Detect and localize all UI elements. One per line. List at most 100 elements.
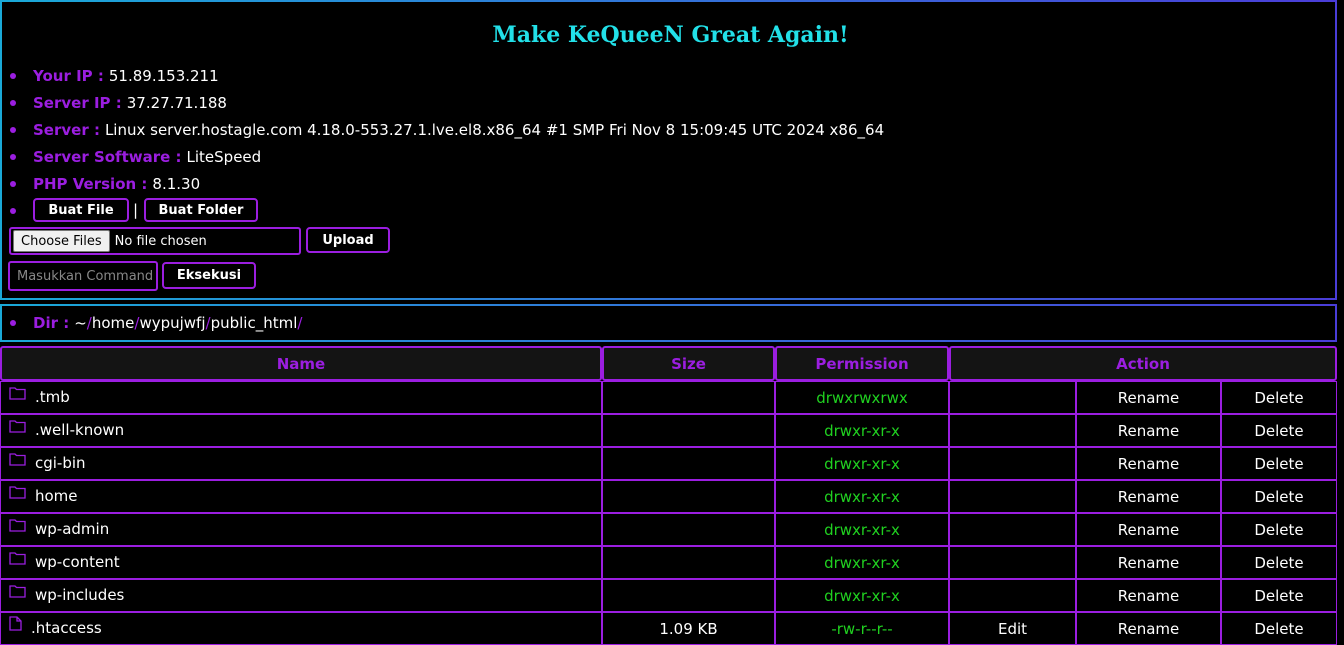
rename-button[interactable]: Rename (1076, 381, 1221, 414)
dir-home-link[interactable]: ~ (74, 314, 87, 332)
upload-button[interactable]: Upload (306, 227, 390, 253)
cell-name[interactable]: .htaccess (0, 612, 602, 645)
edit-button (949, 513, 1076, 546)
bullet-icon (10, 154, 16, 160)
item-name[interactable]: home (35, 487, 78, 505)
bullet-icon (10, 181, 16, 187)
info-label: Server IP : (33, 94, 122, 112)
file-icon (9, 616, 22, 635)
edit-button (949, 414, 1076, 447)
dir-part-link[interactable]: wypujwfj (139, 314, 205, 332)
table-row: wp-content drwxr-xr-x Rename Delete (0, 546, 1337, 579)
edit-button (949, 579, 1076, 612)
delete-button[interactable]: Delete (1221, 480, 1337, 513)
folder-icon (9, 584, 26, 602)
item-name[interactable]: cgi-bin (35, 454, 86, 472)
cell-permission[interactable]: drwxrwxrwx (775, 381, 949, 414)
item-name[interactable]: wp-admin (35, 520, 109, 538)
rename-button[interactable]: Rename (1076, 414, 1221, 447)
delete-button[interactable]: Delete (1221, 414, 1337, 447)
eksekusi-button[interactable]: Eksekusi (162, 262, 256, 289)
rename-button[interactable]: Rename (1076, 513, 1221, 546)
folder-icon (9, 551, 26, 569)
page-title: Make KeQueeN Great Again! (492, 22, 849, 48)
item-name[interactable]: .tmb (35, 388, 70, 406)
edit-button (949, 546, 1076, 579)
info-label: Server Software : (33, 148, 182, 166)
item-name[interactable]: wp-includes (35, 586, 124, 604)
cell-name[interactable]: home (0, 480, 602, 513)
dir-breadcrumb: Dir : ~ / home / wypujwfj / public_html … (0, 304, 1337, 342)
table-row: home drwxr-xr-x Rename Delete (0, 480, 1337, 513)
header-permission: Permission (775, 346, 949, 381)
table-row: .well-known drwxr-xr-x Rename Delete (0, 414, 1337, 447)
table-row: wp-includes drwxr-xr-x Rename Delete (0, 579, 1337, 612)
cell-size (602, 414, 775, 447)
table-header: Name Size Permission Action (0, 346, 1337, 381)
folder-icon (9, 485, 26, 503)
cell-name[interactable]: wp-includes (0, 579, 602, 612)
edit-button (949, 381, 1076, 414)
buat-folder-button[interactable]: Buat Folder (144, 198, 258, 222)
edit-button[interactable]: Edit (949, 612, 1076, 645)
delete-button[interactable]: Delete (1221, 579, 1337, 612)
info-value: 51.89.153.211 (108, 67, 219, 85)
header-size: Size (602, 346, 775, 381)
info-row-server: Server : Linux server.hostagle.com 4.18.… (10, 119, 884, 141)
cell-size (602, 546, 775, 579)
cell-size (602, 480, 775, 513)
delete-button[interactable]: Delete (1221, 447, 1337, 480)
rename-button[interactable]: Rename (1076, 579, 1221, 612)
rename-button[interactable]: Rename (1076, 480, 1221, 513)
item-name[interactable]: .htaccess (31, 619, 102, 637)
delete-button[interactable]: Delete (1221, 612, 1337, 645)
cell-permission[interactable]: drwxr-xr-x (775, 414, 949, 447)
dir-part-link[interactable]: home (92, 314, 135, 332)
rename-button[interactable]: Rename (1076, 546, 1221, 579)
cell-name[interactable]: wp-content (0, 546, 602, 579)
item-name[interactable]: wp-content (35, 553, 120, 571)
file-input[interactable]: Choose Files No file chosen (9, 227, 301, 255)
edit-button (949, 480, 1076, 513)
table-row: cgi-bin drwxr-xr-x Rename Delete (0, 447, 1337, 480)
folder-icon (9, 452, 26, 470)
info-row-server-ip: Server IP : 37.27.71.188 (10, 92, 227, 114)
rename-button[interactable]: Rename (1076, 447, 1221, 480)
cell-name[interactable]: .tmb (0, 381, 602, 414)
cell-name[interactable]: wp-admin (0, 513, 602, 546)
cell-permission[interactable]: drwxr-xr-x (775, 513, 949, 546)
cell-name[interactable]: .well-known (0, 414, 602, 447)
cell-permission[interactable]: -rw-r--r-- (775, 612, 949, 645)
cell-size (602, 579, 775, 612)
cell-size: 1.09 KB (602, 612, 775, 645)
bullet-icon (10, 208, 16, 214)
info-row-software: Server Software : LiteSpeed (10, 146, 261, 168)
create-row (10, 200, 33, 222)
info-row-your-ip: Your IP : 51.89.153.211 (10, 65, 219, 87)
dir-part-link[interactable]: public_html (211, 314, 298, 332)
cell-permission[interactable]: drwxr-xr-x (775, 480, 949, 513)
buat-file-button[interactable]: Buat File (33, 198, 129, 222)
info-label: Your IP : (33, 67, 104, 85)
delete-button[interactable]: Delete (1221, 513, 1337, 546)
info-panel: Make KeQueeN Great Again! Your IP : 51.8… (0, 0, 1337, 300)
folder-icon (9, 419, 26, 437)
delete-button[interactable]: Delete (1221, 546, 1337, 579)
no-file-text: No file chosen (114, 233, 207, 249)
cell-permission[interactable]: drwxr-xr-x (775, 579, 949, 612)
info-value: Linux server.hostagle.com 4.18.0-553.27.… (104, 121, 885, 139)
dir-slash: / (297, 314, 303, 332)
dir-label: Dir : (33, 314, 70, 332)
cell-name[interactable]: cgi-bin (0, 447, 602, 480)
choose-files-button[interactable]: Choose Files (13, 230, 110, 252)
cell-permission[interactable]: drwxr-xr-x (775, 546, 949, 579)
folder-icon (9, 518, 26, 536)
table-row: .htaccess 1.09 KB -rw-r--r-- Edit Rename Dele… (0, 612, 1337, 645)
bullet-icon (10, 73, 16, 79)
command-input[interactable]: Masukkan Command (8, 261, 158, 291)
delete-button[interactable]: Delete (1221, 381, 1337, 414)
item-name[interactable]: .well-known (35, 421, 124, 439)
rename-button[interactable]: Rename (1076, 612, 1221, 645)
cell-permission[interactable]: drwxr-xr-x (775, 447, 949, 480)
file-table: Name Size Permission Action .tmb drwxrwxr… (0, 346, 1337, 645)
